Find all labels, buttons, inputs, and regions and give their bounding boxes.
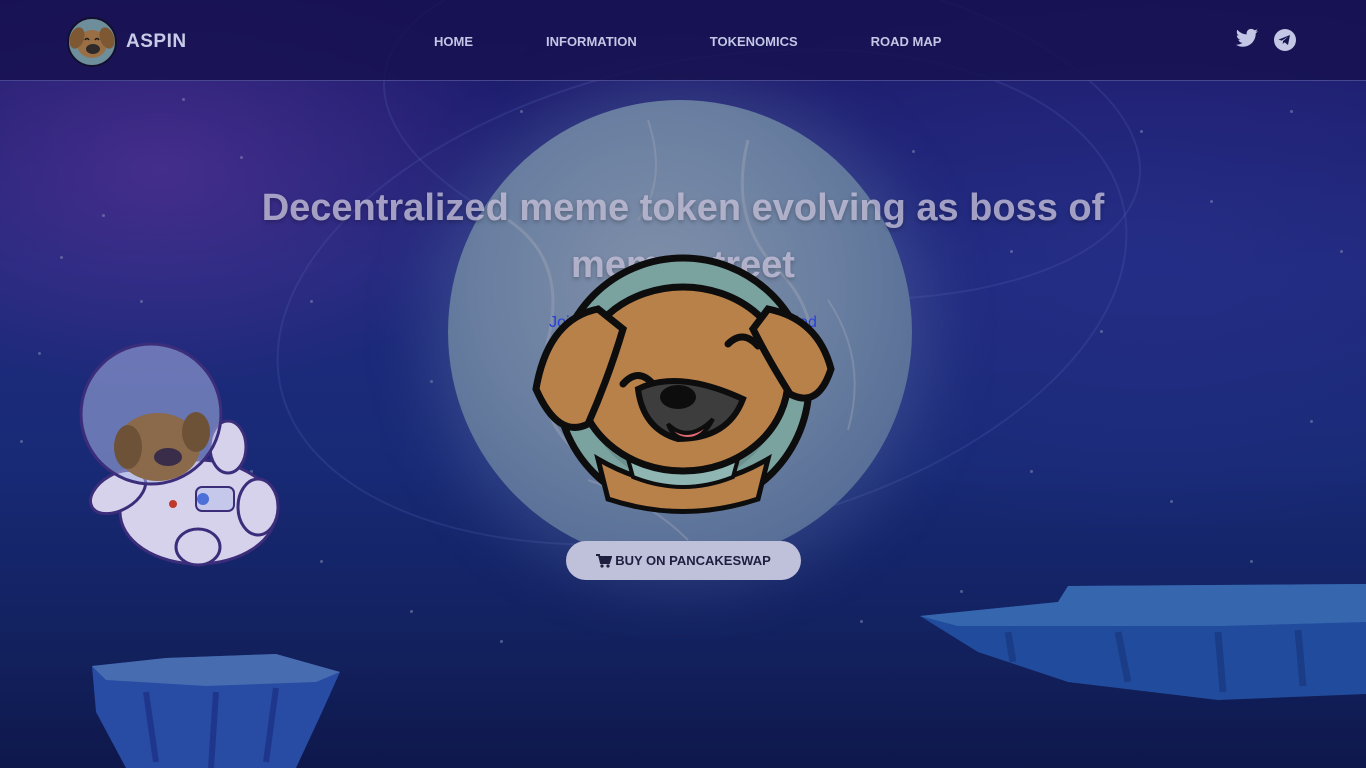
twitter-link[interactable] bbox=[1235, 28, 1259, 55]
nav-link-home[interactable]: HOME bbox=[434, 34, 473, 49]
shopping-cart-icon bbox=[596, 553, 613, 568]
nav-link-tokenomics[interactable]: TOKENOMICS bbox=[710, 34, 798, 49]
buy-on-pancakeswap-button[interactable]: BUY ON PANCAKESWAP bbox=[566, 541, 801, 580]
dog-face-logo-icon bbox=[67, 17, 117, 67]
astronaut-dog-illustration bbox=[79, 342, 280, 567]
nav-link-information[interactable]: INFORMATION bbox=[546, 34, 637, 49]
telegram-icon bbox=[1274, 29, 1296, 51]
nav-link-road-map[interactable]: ROAD MAP bbox=[871, 34, 942, 49]
brand-name: ASPIN bbox=[126, 31, 187, 52]
top-navbar: ASPIN HOME INFORMATION TOKENOMICS ROAD M… bbox=[0, 0, 1366, 81]
dog-face-logo-large bbox=[532, 254, 835, 514]
brand[interactable]: ASPIN bbox=[66, 16, 187, 68]
buy-button-label: BUY ON PANCAKESWAP bbox=[615, 553, 771, 568]
telegram-link[interactable] bbox=[1273, 28, 1297, 57]
main-nav: HOME INFORMATION TOKENOMICS ROAD MAP bbox=[434, 34, 1014, 49]
twitter-icon bbox=[1236, 28, 1258, 47]
